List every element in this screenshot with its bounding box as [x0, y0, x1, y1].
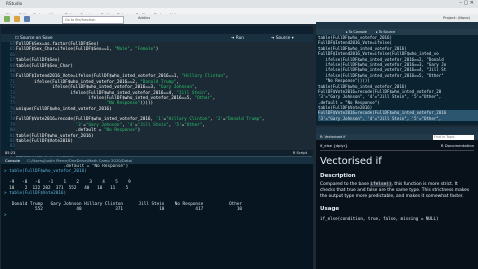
console-header: Console C:/Users/Justin Pierce/OneDrive/…	[1, 157, 313, 164]
open-file-icon[interactable]	[14, 16, 20, 22]
console-output[interactable]: .default = "No Response") > table(FullDF$…	[1, 164, 313, 269]
to-console-label: To Console	[348, 30, 367, 34]
window-title: RStudio	[6, 1, 23, 6]
code-area[interactable]: FullDF$Sex=as.factor(FullDF$Sex) FullDF$S…	[16, 42, 312, 161]
console-path: C:/Users/Justin Pierce/OneDrive/Math Cam…	[27, 158, 133, 163]
editor-tabbar: FURDF	[1, 26, 313, 43]
help-tabbar: FilesPlotsPackagesHelpViewer	[316, 127, 478, 144]
usage-code: if_else(condition, true, false, missing …	[320, 216, 439, 221]
console-line: >	[4, 212, 7, 218]
history-list[interactable]: table(FullDF$who_votefor_2016) FullDF$Int…	[316, 35, 478, 125]
usage-heading: Usage	[320, 206, 340, 212]
history-item[interactable]: '3'="Gary Johnson", '4'="Jill Stein", '5…	[318, 115, 478, 122]
window-titlebar: RStudio – ▢ ✕	[0, 0, 478, 8]
run-label: Run	[235, 35, 244, 40]
help-doc-label: R Documentation	[440, 143, 474, 148]
description-text: Compared to the base ifelse(), this func…	[320, 182, 474, 200]
line-numbers: 64 65 66 67 68 69 70 71 72 73 74 75 76 77 78 79 80 81 82 83…	[1, 42, 15, 160]
new-file-icon[interactable]	[4, 16, 10, 22]
project-menu[interactable]: Project: (None)	[443, 16, 470, 20]
goto-label: Go to file/function	[65, 17, 96, 22]
editor-status: 85:23 R Script	[1, 150, 313, 156]
source-on-save-label: Source on Save	[20, 35, 53, 40]
desc-before: Compared to the base	[320, 182, 371, 187]
goto-file-input[interactable]: Go to file/function	[62, 16, 124, 24]
console-tab[interactable]: Console	[5, 158, 20, 163]
run-button[interactable]: ➜ Run	[231, 34, 244, 42]
help-title: Vectorised if	[320, 156, 382, 167]
find-in-topic-input[interactable]: Find in Topic	[433, 134, 474, 140]
editor-toolbar: ☐ Source on Save ➜ Run ➜ Source ▾	[1, 34, 313, 42]
to-source-label: To Source	[378, 30, 396, 34]
help-topic[interactable]: R: Vectorised if	[320, 135, 345, 139]
save-icon[interactable]	[24, 16, 30, 22]
source-button[interactable]: ➜ Source ▾	[271, 34, 294, 42]
to-console-button[interactable]: ▸ To Console	[346, 30, 367, 34]
description-heading: Description	[320, 173, 356, 179]
find-in-topic-placeholder: Find in Topic	[434, 134, 455, 139]
help-content: if_else {dplyr} R Documentation Vectoris…	[316, 140, 478, 269]
source-on-save-checkbox[interactable]: ☐ Source on Save	[15, 35, 53, 40]
cursor-position: 85:23	[5, 151, 16, 155]
file-type[interactable]: R Script	[293, 150, 307, 156]
to-source-button[interactable]: ▸ To Source	[376, 30, 395, 34]
source-label: Source	[275, 35, 291, 40]
right-top-tabbar: EnvironmentHistoryConnections	[316, 22, 478, 39]
desc-code[interactable]: ifelse()	[370, 182, 392, 187]
help-package: if_else {dplyr}	[320, 143, 348, 148]
window-controls[interactable]: – ▢ ✕	[459, 0, 474, 6]
addins-menu[interactable]: Addins	[138, 16, 150, 20]
